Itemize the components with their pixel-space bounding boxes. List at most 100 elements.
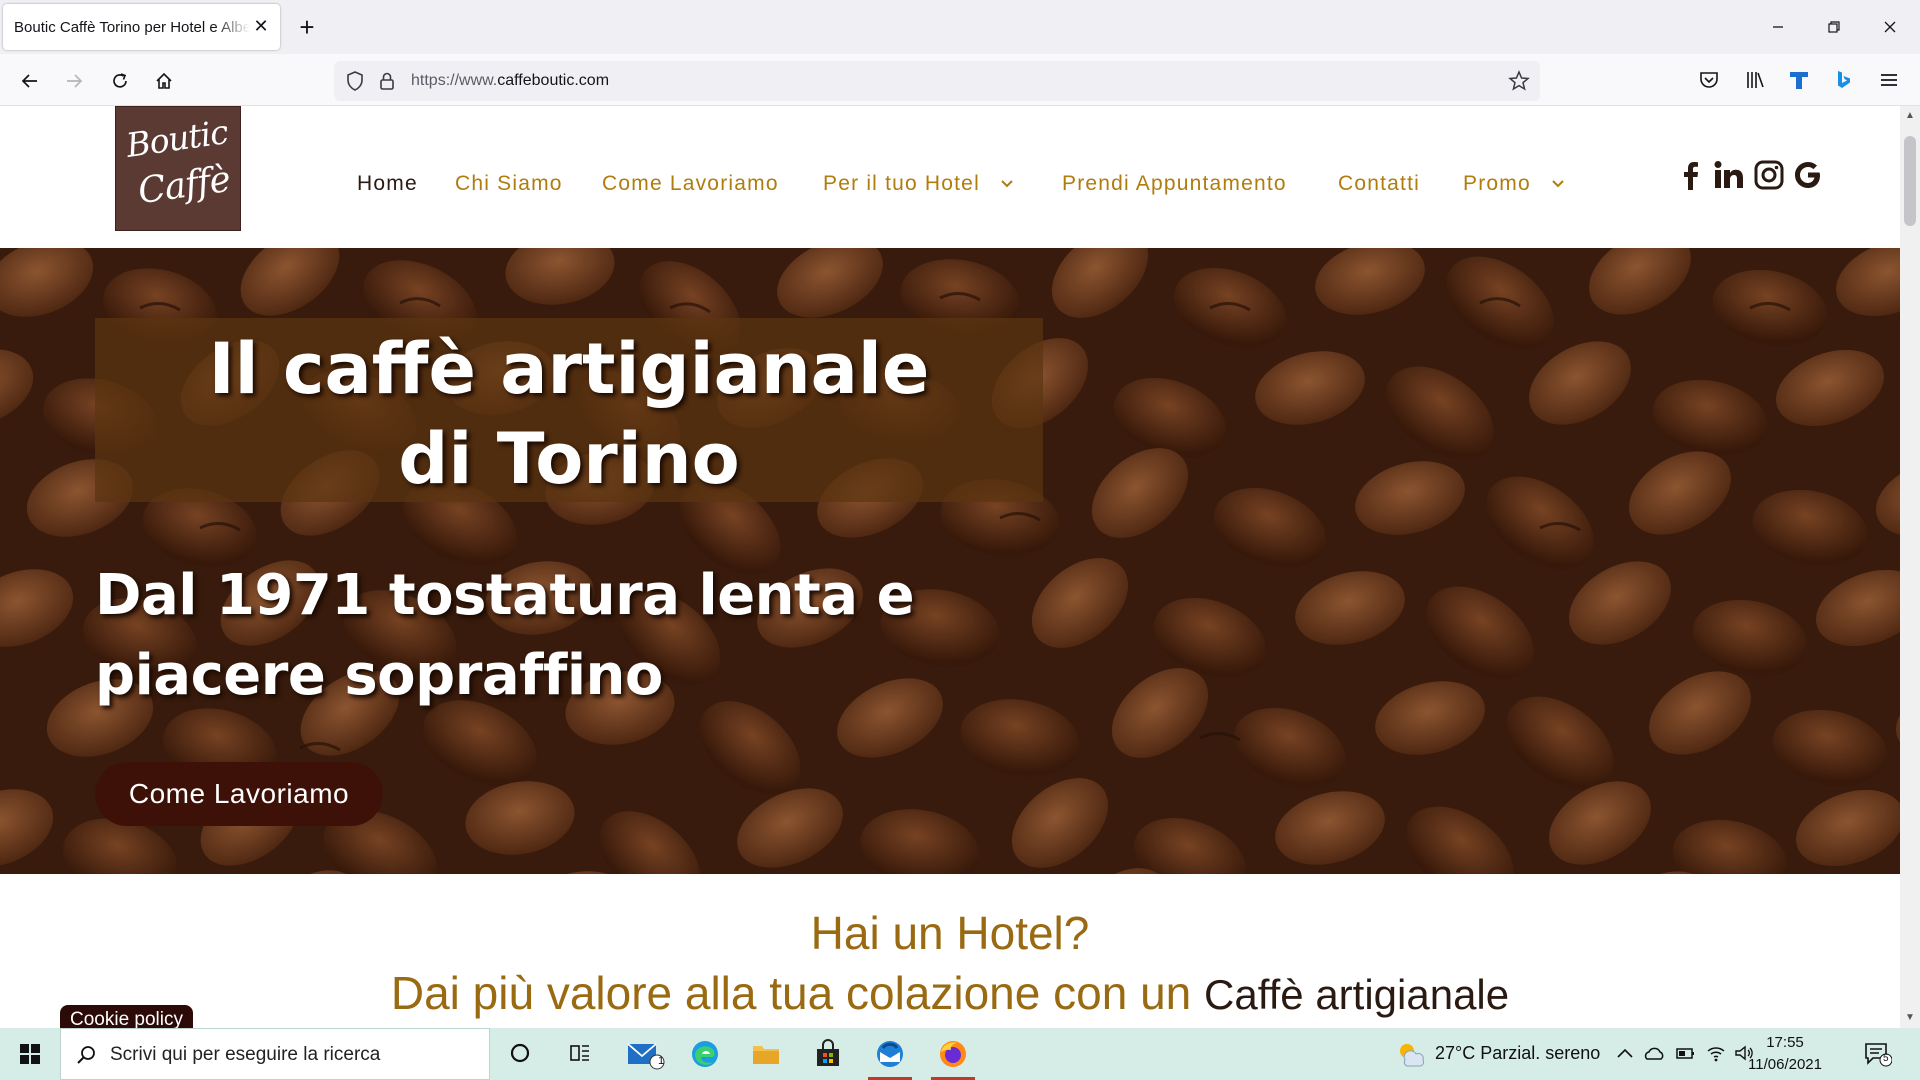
bing-icon [1838,71,1850,88]
extension-button[interactable] [1784,65,1814,95]
edge-app[interactable] [675,1028,735,1080]
start-button[interactable] [0,1028,60,1080]
address-bar[interactable]: https://www.caffeboutic.com [334,61,1540,101]
bookmark-star-icon[interactable] [1508,70,1530,92]
task-view-button[interactable] [550,1028,610,1080]
taskbar: Scrivi qui per eseguire la ricerca 1 27°… [0,1028,1920,1080]
hero-banner: Il caffè artigianale di Torino Dal 1971 … [0,248,1900,874]
file-explorer-app[interactable] [736,1028,796,1080]
cookie-policy-button[interactable]: Cookie policy [60,1005,193,1028]
menu-item-chi-siamo[interactable]: Chi Siamo [455,164,563,204]
home-icon [156,72,172,89]
linkedin-icon [1714,161,1743,188]
forward-button[interactable] [58,65,90,97]
home-button[interactable] [148,65,180,97]
facebook-icon [1684,162,1698,190]
section-subtitle-emphasis: Caffè artigianale [1204,971,1510,1018]
menu-item-label: Contatti [1338,172,1420,195]
task-view-icon [570,1045,589,1061]
onedrive-cloud-icon[interactable] [1643,1045,1665,1061]
site-logo[interactable]: Boutic Caffè [115,106,241,231]
windows-logo-icon [20,1044,40,1064]
new-tab-button[interactable]: + [292,12,322,42]
mail-app[interactable]: 1 [615,1028,675,1080]
menu-item-label: Per il tuo Hotel [823,172,980,195]
browser-tab[interactable]: Boutic Caffè Torino per Hotel e Alberghi… [3,4,280,50]
scroll-up-arrow-icon[interactable]: ▲ [1904,110,1916,122]
clock[interactable]: 17:55 11/06/2021 [1740,1032,1830,1076]
url-text[interactable]: https://www.caffeboutic.com [411,72,609,90]
site-header: Boutic Caffè Home Chi Siamo Come Lavoria… [0,106,1900,248]
menu-item-come-lavoriamo[interactable]: Come Lavoriamo [602,164,779,204]
battery-icon[interactable] [1674,1045,1696,1061]
weather-text[interactable]: 27°C Parzial. sereno [1435,1043,1600,1064]
hero-title-box: Il caffè artigianale di Torino [95,318,1043,502]
firefox-app[interactable] [923,1028,983,1080]
instagram-link[interactable] [1752,158,1786,192]
logo-text-line1: Boutic [123,112,230,165]
thunderbird-app[interactable] [860,1028,920,1080]
edge-icon [692,1041,718,1067]
come-lavoriamo-button[interactable]: Come Lavoriamo [95,762,383,826]
menu-item-label: Promo [1463,172,1531,195]
google-icon [1795,162,1820,188]
menu-button[interactable] [1874,65,1904,95]
url-domain: caffeboutic.com [497,72,610,89]
menu-item-contatti[interactable]: Contatti [1338,164,1420,204]
chevron-up-icon[interactable] [1616,1046,1634,1060]
menu-item-promo[interactable]: Promo [1463,164,1566,204]
hero-subtitle: Dal 1971 tostatura lenta e piacere sopra… [95,556,995,716]
mail-badge: 1 [658,1055,665,1067]
google-link[interactable] [1791,158,1825,192]
cortana-button[interactable] [490,1028,550,1080]
library-icon [1747,72,1764,88]
tab-strip: Boutic Caffè Torino per Hotel e Alberghi… [0,0,1920,54]
page-scrollbar[interactable]: ▲ ▼ [1900,106,1920,1028]
facebook-link[interactable] [1674,158,1708,192]
back-arrow-icon [21,74,37,88]
forward-arrow-icon [67,74,83,88]
restore-button[interactable] [1816,10,1852,44]
hero-title: Il caffè artigianale di Torino [95,324,1043,504]
menu-item-per-il-tuo-hotel[interactable]: Per il tuo Hotel [823,164,1015,204]
store-app[interactable] [798,1028,858,1080]
menu-item-prendi-appuntamento[interactable]: Prendi Appuntamento [1062,164,1287,204]
close-icon [1884,21,1896,33]
section-title: Hai un Hotel? [810,907,1090,959]
menu-item-home[interactable]: Home [357,164,418,204]
weather-partly-sunny-icon[interactable] [1396,1040,1426,1068]
library-button[interactable] [1740,65,1770,95]
back-button[interactable] [14,65,46,97]
chevron-down-icon [1552,180,1564,188]
reload-icon [113,73,127,88]
notification-center-button[interactable]: 5 [1862,1040,1893,1073]
web-page: Boutic Caffè Home Chi Siamo Come Lavoria… [0,106,1900,1028]
menu-item-label: Come Lavoriamo [602,172,779,195]
firefox-icon [940,1041,966,1067]
tab-close-icon[interactable]: ✕ [250,15,272,37]
reload-button[interactable] [104,65,136,97]
instagram-icon [1754,160,1784,190]
bing-button[interactable] [1828,65,1858,95]
section-subtitle: Dai più valore alla tua colazione con un… [0,966,1900,1020]
close-window-button[interactable] [1872,10,1908,44]
url-prefix: https://www. [411,72,498,89]
lock-icon[interactable] [376,70,398,92]
store-bag-icon [817,1039,839,1066]
clock-date: 11/06/2021 [1748,1056,1822,1073]
wifi-icon[interactable] [1705,1043,1727,1063]
minimize-button[interactable] [1760,10,1796,44]
shield-icon[interactable] [344,70,366,92]
pocket-button[interactable] [1694,65,1724,95]
scroll-down-arrow-icon[interactable]: ▼ [1904,1012,1916,1024]
thunderbird-icon [877,1041,903,1067]
scrollbar-thumb[interactable] [1904,136,1916,226]
clock-time: 17:55 [1766,1034,1804,1051]
taskbar-search-box[interactable]: Scrivi qui per eseguire la ricerca [60,1028,490,1080]
linkedin-link[interactable] [1712,158,1746,192]
menu-item-label: Chi Siamo [455,172,563,195]
search-placeholder: Scrivi qui per eseguire la ricerca [110,1044,381,1065]
restore-icon [1828,21,1840,33]
folder-icon [753,1046,779,1064]
search-icon [77,1046,95,1064]
